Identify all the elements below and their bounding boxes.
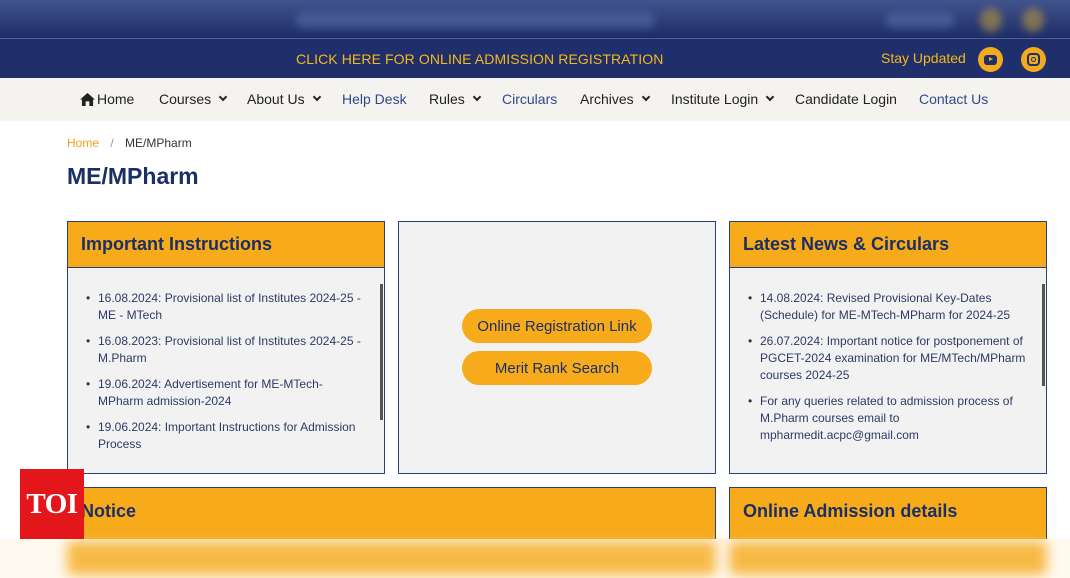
toi-logo: TOI (20, 469, 84, 539)
nav-help-desk[interactable]: Help Desk (342, 91, 407, 107)
nav-rules[interactable]: Rules (429, 91, 482, 107)
nav-archives[interactable]: Archives (580, 91, 650, 107)
chevron-down-icon (641, 92, 650, 102)
nav-institute-login[interactable]: Institute Login (671, 91, 775, 107)
nav-about-us[interactable]: About Us (247, 91, 321, 107)
breadcrumb: Home / ME/MPharm (67, 136, 192, 150)
instagram-icon[interactable] (1021, 47, 1046, 72)
breadcrumb-current: ME/MPharm (125, 136, 192, 150)
latest-news-title: Latest News & Circulars (730, 222, 1046, 268)
list-item: 16.08.2023: Provisional list of Institut… (86, 333, 364, 367)
instruction-link[interactable]: 19.06.2024: Important Instructions for A… (98, 420, 355, 451)
news-link[interactable]: 14.08.2024: Revised Provisional Key-Date… (760, 291, 1010, 322)
main-navbar: Home Courses About Us Help Desk Rules Ci… (0, 78, 1070, 121)
nav-circulars[interactable]: Circulars (502, 91, 557, 107)
notice-card: Notice (67, 487, 716, 539)
bottom-blurred-strip (0, 539, 1070, 578)
home-icon (80, 92, 95, 106)
page-title: ME/MPharm (67, 163, 199, 189)
breadcrumb-home-link[interactable]: Home (67, 136, 99, 150)
instruction-link[interactable]: 16.08.2024: Provisional list of Institut… (98, 291, 361, 322)
youtube-icon[interactable] (978, 47, 1003, 72)
announcement-bar: CLICK HERE FOR ONLINE ADMISSION REGISTRA… (0, 38, 1070, 78)
list-item: 16.08.2024: Provisional list of Institut… (86, 290, 364, 324)
quick-links-card: Online Registration Link Merit Rank Sear… (398, 221, 716, 474)
chevron-down-icon (472, 92, 482, 102)
important-instructions-title: Important Instructions (68, 222, 384, 268)
news-list: 14.08.2024: Revised Provisional Key-Date… (730, 268, 1046, 444)
list-item: 14.08.2024: Revised Provisional Key-Date… (748, 290, 1026, 324)
chevron-down-icon (218, 92, 228, 102)
page: CLICK HERE FOR ONLINE ADMISSION REGISTRA… (0, 0, 1070, 578)
list-item: For any queries related to admission pro… (748, 393, 1026, 444)
stay-updated-label: Stay Updated (881, 50, 966, 66)
latest-news-card: Latest News & Circulars 14.08.2024: Revi… (729, 221, 1047, 474)
nav-courses[interactable]: Courses (159, 91, 228, 107)
instructions-scrollbar[interactable] (380, 284, 383, 420)
chevron-down-icon (312, 92, 321, 102)
merit-rank-search-button[interactable]: Merit Rank Search (462, 351, 652, 385)
news-link[interactable]: 26.07.2024: Important notice for postpon… (760, 334, 1025, 382)
news-scrollbar[interactable] (1042, 284, 1045, 386)
online-admission-details-card: Online Admission details (729, 487, 1047, 539)
nav-contact-us[interactable]: Contact Us (919, 91, 988, 107)
notice-title: Notice (81, 501, 137, 521)
online-registration-link-button[interactable]: Online Registration Link (462, 309, 652, 343)
instructions-list: 16.08.2024: Provisional list of Institut… (68, 268, 384, 453)
nav-home[interactable]: Home (80, 91, 134, 107)
nav-candidate-login[interactable]: Candidate Login (795, 91, 897, 107)
list-item: 19.06.2024: Advertisement for ME-MTech-M… (86, 376, 364, 410)
list-item: 26.07.2024: Important notice for postpon… (748, 333, 1026, 384)
breadcrumb-separator: / (110, 136, 114, 150)
important-instructions-card: Important Instructions 16.08.2024: Provi… (67, 221, 385, 474)
instruction-link[interactable]: 16.08.2023: Provisional list of Institut… (98, 334, 361, 365)
instruction-link[interactable]: 19.06.2024: Advertisement for ME-MTech-M… (98, 377, 323, 408)
top-strip-blurred (0, 0, 1070, 38)
chevron-down-icon (765, 92, 775, 102)
news-link[interactable]: For any queries related to admission pro… (760, 394, 1013, 442)
online-admission-details-title: Online Admission details (743, 501, 958, 521)
online-admission-registration-link[interactable]: CLICK HERE FOR ONLINE ADMISSION REGISTRA… (296, 51, 663, 67)
list-item: 19.06.2024: Important Instructions for A… (86, 419, 364, 453)
